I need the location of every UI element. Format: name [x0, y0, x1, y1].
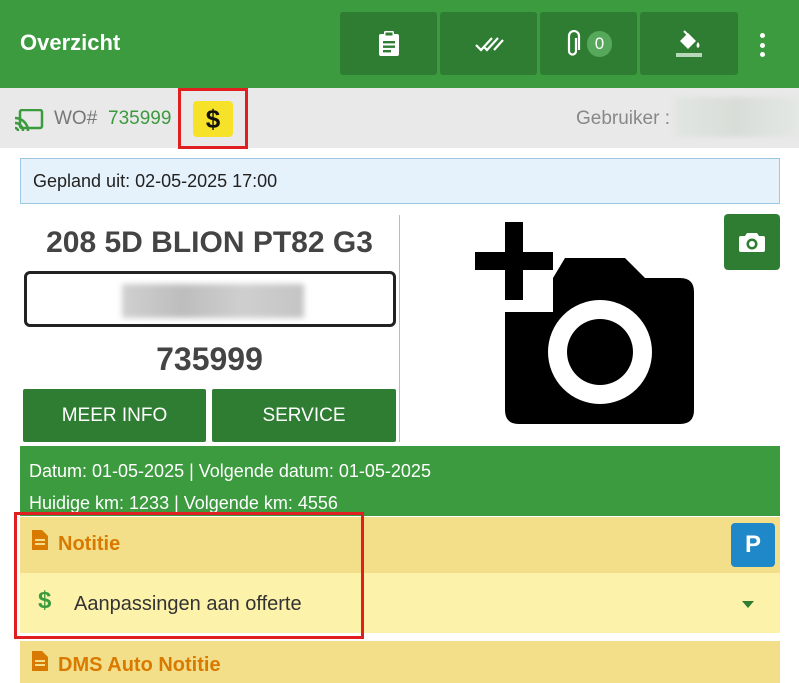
license-plate-redacted: [122, 284, 304, 318]
date-line: Datum: 01-05-2025 | Volgende datum: 01-0…: [29, 461, 431, 481]
vehicle-title: 208 5D BLION PT82 G3: [46, 226, 373, 259]
wo-number: 735999: [108, 108, 172, 129]
user-name-redacted: [674, 97, 799, 137]
dms-notitie-title: DMS Auto Notitie: [58, 654, 221, 676]
paint-button[interactable]: [640, 12, 738, 75]
clipboard-icon: [378, 30, 399, 56]
more-vert-icon[interactable]: [752, 30, 772, 60]
paint-bucket-icon: [676, 29, 702, 57]
dms-notitie-header[interactable]: DMS Auto Notitie: [20, 641, 780, 683]
work-order-bar: WO# 735999 $ Gebruiker :: [0, 88, 799, 149]
more-info-button[interactable]: MEER INFO: [23, 389, 206, 442]
service-button[interactable]: SERVICE: [212, 389, 396, 442]
notitie-highlight-box: [14, 512, 364, 639]
planned-out-banner: Gepland uit: 02-05-2025 17:00: [20, 158, 780, 204]
user-label: Gebruiker :: [576, 108, 670, 129]
vertical-divider: [399, 215, 400, 442]
license-plate-box: [24, 271, 396, 327]
double-check-icon: [474, 36, 504, 52]
checklist-button[interactable]: [340, 12, 437, 75]
page-title: Overzicht: [20, 30, 121, 55]
camera-button[interactable]: [724, 214, 780, 270]
paperclip-icon: [567, 29, 580, 56]
parking-badge[interactable]: P: [731, 523, 775, 567]
attachments-count-badge: 0: [586, 30, 613, 57]
attachments-button[interactable]: 0: [540, 12, 637, 75]
cast-icon[interactable]: [14, 109, 44, 131]
wo-label: WO#: [54, 108, 98, 129]
dropdown-arrow-icon: [742, 601, 754, 608]
mark-complete-button[interactable]: [440, 12, 537, 75]
dollar-highlight-box: $: [178, 88, 248, 149]
camera-icon: [739, 233, 765, 252]
document-icon: [32, 651, 48, 671]
add-photo-icon[interactable]: [475, 222, 697, 426]
vehicle-number: 735999: [156, 341, 263, 377]
dates-strip: Datum: 01-05-2025 | Volgende datum: 01-0…: [20, 446, 780, 516]
app-bar: Overzicht 0: [0, 0, 799, 88]
quote-dollar-button[interactable]: $: [193, 101, 233, 137]
